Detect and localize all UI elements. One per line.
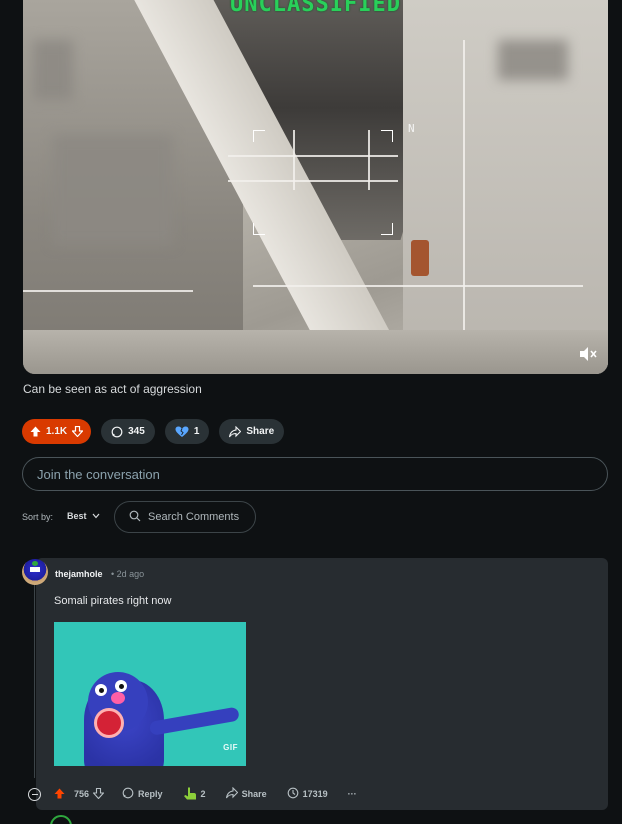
upvote-arrow-icon[interactable] (30, 426, 41, 437)
thread-line[interactable] (34, 583, 35, 778)
gif-monster-nose (111, 692, 125, 704)
comment-action-bar: 756 Reply 2 Share 17319 ··· (54, 786, 357, 802)
video-frame-rail (463, 40, 465, 330)
search-comments-placeholder: Search Comments (148, 511, 240, 523)
comment-share-button[interactable]: Share (225, 786, 267, 801)
post-upvote-count: 1.1K (46, 426, 68, 437)
more-options-icon: ··· (347, 789, 357, 799)
award-button[interactable]: 1 (164, 419, 210, 444)
targeting-reticle (253, 130, 393, 235)
comment-timestamp: • 2d ago (111, 569, 145, 579)
post-vote-pill: 1.1K (22, 419, 92, 444)
collapse-thread-button[interactable] (28, 788, 41, 801)
classification-banner: UNCLASSIFIED (230, 0, 401, 17)
video-redaction-blur (498, 40, 568, 80)
video-frame-rail (23, 290, 193, 292)
comment-vote: 756 (54, 787, 105, 801)
upvote-arrow-icon[interactable] (54, 788, 65, 801)
sort-dropdown[interactable]: Best (67, 511, 100, 521)
reply-button[interactable]: Reply (122, 787, 163, 801)
comment-username[interactable]: thejamhole (55, 569, 103, 579)
comment-bubble-icon (122, 787, 134, 801)
clock-icon (287, 787, 299, 801)
share-button[interactable]: Share (219, 419, 285, 444)
post-action-bar: 1.1K 345 1 Share (22, 419, 285, 444)
sort-value: Best (67, 511, 87, 521)
gif-monster-eye (95, 684, 107, 696)
video-frame-deck (23, 330, 608, 374)
share-arrow-icon (225, 786, 238, 801)
comment-score: 756 (74, 789, 90, 799)
chevron-down-icon (92, 511, 100, 521)
join-conversation-placeholder: Join the conversation (37, 466, 160, 482)
reply-label: Reply (138, 789, 163, 799)
search-icon (129, 510, 141, 525)
comments-count: 345 (128, 426, 145, 437)
comment-view-count: 17319 (302, 789, 328, 799)
video-redaction-blur (33, 40, 73, 100)
comment-views: 17319 (287, 787, 328, 801)
gif-monster-eye (115, 680, 127, 692)
video-redaction-blur (53, 135, 173, 245)
share-label: Share (246, 426, 275, 437)
sort-label: Sort by: (22, 512, 54, 522)
comment-share-label: Share (241, 789, 267, 799)
join-conversation-input[interactable]: Join the conversation (22, 457, 608, 491)
more-options-button[interactable]: ··· (348, 789, 357, 799)
comment-gif[interactable]: GIF (54, 622, 246, 766)
post-caption: Can be seen as act of aggression (23, 382, 202, 396)
share-arrow-icon (229, 425, 242, 438)
award-count: 1 (193, 426, 200, 437)
muted-speaker-icon[interactable] (578, 346, 598, 362)
avatar[interactable] (50, 815, 72, 824)
pointing-hand-award-icon (183, 787, 197, 802)
comment-text: Somali pirates right now (54, 595, 172, 607)
downvote-arrow-icon[interactable] (72, 426, 84, 437)
avatar[interactable] (22, 559, 48, 585)
comments-button[interactable]: 345 (101, 419, 155, 444)
search-comments-input[interactable]: Search Comments (114, 501, 256, 533)
broken-heart-award-icon (175, 426, 189, 438)
downvote-arrow-icon[interactable] (92, 787, 105, 801)
gif-label: GIF (223, 743, 238, 752)
gif-monster-mouth (94, 708, 124, 738)
comment-award-button[interactable]: 2 (183, 787, 206, 802)
post-video[interactable]: UNCLASSIFIED N (23, 0, 608, 374)
comment-award-count: 2 (200, 789, 206, 799)
video-frame-rail (253, 285, 583, 287)
video-frame-door (411, 240, 429, 276)
comment-bubble-icon (111, 426, 123, 438)
hud-marker: N (408, 122, 415, 135)
